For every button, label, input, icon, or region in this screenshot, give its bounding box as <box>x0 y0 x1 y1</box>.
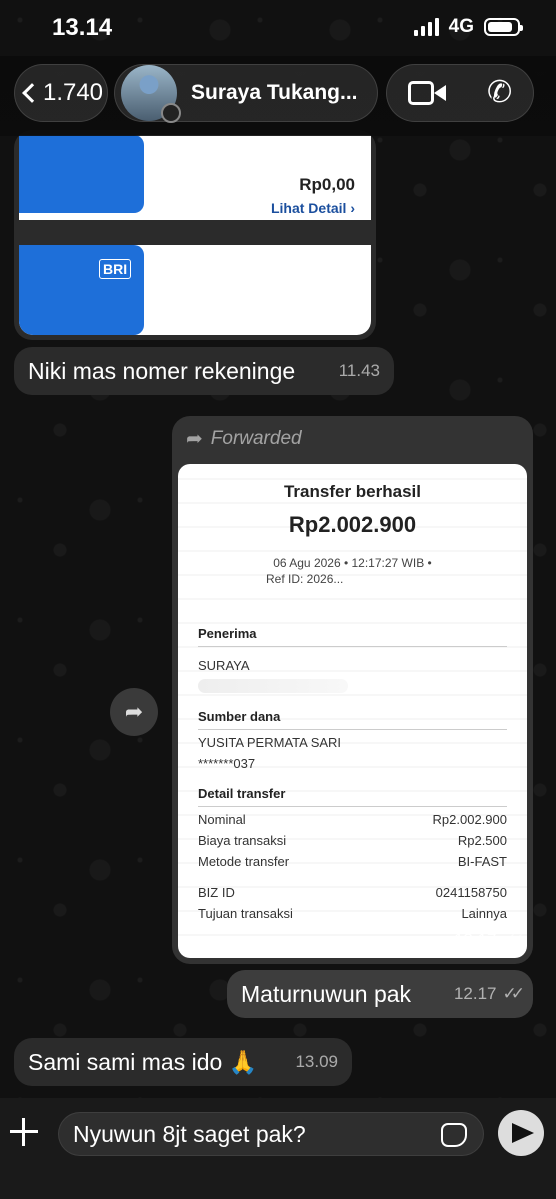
forward-arrow-icon: ➦ <box>186 428 203 450</box>
message-input[interactable]: Nyuwun 8jt saget pak? <box>58 1112 484 1156</box>
image-card-bottom: BRI <box>19 245 371 335</box>
chat-header: 1.740 Suraya Tukang... ✆ <box>0 56 556 136</box>
send-icon <box>512 1123 534 1143</box>
receipt-row: Nominal Rp2.002.900 <box>198 812 507 827</box>
receipt-row-value: 0241158750 <box>435 885 507 900</box>
redacted-field <box>198 679 348 693</box>
send-button[interactable] <box>498 1110 544 1156</box>
blue-block: BRI <box>19 245 144 335</box>
receipt-row-label: Metode transfer <box>198 854 290 869</box>
receipt-row-value: Lainnya <box>461 906 507 921</box>
divider <box>198 729 507 730</box>
receipt-row-label: Tujuan transaksi <box>198 906 293 921</box>
receipt-row-label: Nominal <box>198 812 246 827</box>
avatar <box>121 65 181 123</box>
detail-link: Lihat Detail › <box>270 200 355 216</box>
share-icon: ➦ <box>124 699 144 724</box>
message-text: Sami sami mas ido 🙏 <box>28 1048 258 1075</box>
forwarded-label: ➦ Forwarded <box>186 427 302 451</box>
message-text: Niki mas nomer rekeninge <box>28 357 296 384</box>
outgoing-message[interactable]: Maturnuwun pak 12.17 ✓✓ <box>227 970 533 1018</box>
call-actions: ✆ <box>386 64 534 122</box>
source-account: *******037 <box>198 756 256 771</box>
receipt-row-label: BIZ ID <box>198 885 235 900</box>
image-message[interactable]: Rp0,00 Lihat Detail › BRI 11.42 <box>14 130 376 340</box>
plus-icon[interactable] <box>8 1116 40 1148</box>
receipt-row: BIZ ID 0241158750 <box>198 885 507 900</box>
incoming-message[interactable]: Sami sami mas ido 🙏 13.09 <box>14 1038 352 1086</box>
network-type: 4G <box>448 16 474 37</box>
detail-header: Detail transfer <box>198 786 286 801</box>
read-ticks-icon: ✓✓ <box>502 984 525 1003</box>
sticker-icon[interactable] <box>441 1123 467 1147</box>
receipt-title: Transfer berhasil <box>283 482 421 501</box>
message-meta: 12.17 ✓✓ <box>453 984 525 1003</box>
read-ticks-icon: ✓✓ <box>502 930 525 949</box>
divider <box>198 646 507 647</box>
message-time: 11.42 <box>320 312 362 331</box>
receipt-row: Metode transfer BI-FAST <box>198 854 507 869</box>
status-bar: 13.14 4G <box>0 0 556 56</box>
unread-count: 1.740 <box>42 79 104 106</box>
receipt-row-value: BI-FAST <box>457 854 507 869</box>
video-call-icon[interactable] <box>407 81 446 105</box>
receipt-date: 06 Agu 2026 • 12:17:27 WIB • <box>273 556 432 570</box>
message-composer: Nyuwun 8jt saget pak? <box>0 1098 556 1199</box>
incoming-message[interactable]: Niki mas nomer rekeninge 11.43 <box>14 347 394 395</box>
bri-logo: BRI <box>99 259 132 279</box>
status-indicators: 4G <box>413 16 523 38</box>
message-text: Maturnuwun pak <box>241 980 412 1007</box>
message-time: 12.17 <box>453 930 497 949</box>
divider <box>198 806 507 807</box>
contact-info-button[interactable]: Suraya Tukang... <box>114 64 378 123</box>
back-button[interactable]: 1.740 <box>14 64 108 122</box>
receipt-ref: Ref ID: 2026... <box>266 572 344 586</box>
phone-icon[interactable]: ✆ <box>487 78 512 108</box>
blue-block <box>19 135 144 213</box>
receipt-row-value: Rp2.002.900 <box>432 812 507 827</box>
source-name: YUSITA PERMATA SARI <box>198 735 342 750</box>
message-time: 11.43 <box>338 361 380 380</box>
source-header: Sumber dana <box>198 709 281 724</box>
transfer-receipt-image: Transfer berhasil Rp2.002.900 06 Agu 202… <box>178 464 527 958</box>
balance-amount: Rp0,00 <box>299 175 355 194</box>
message-meta: 12.17 ✓✓ <box>453 930 525 950</box>
image-card-top: Rp0,00 Lihat Detail › <box>19 135 371 220</box>
receipt-row-value: Rp2.500 <box>457 833 507 848</box>
chevron-left-icon <box>22 83 42 103</box>
forwarded-message[interactable]: ➦ Forwarded Transfer berhasil Rp2.002.90… <box>172 416 533 964</box>
forward-share-button[interactable]: ➦ <box>110 688 158 736</box>
message-input-value: Nyuwun 8jt saget pak? <box>73 1120 306 1147</box>
signal-icon <box>413 18 439 36</box>
receipt-row: Tujuan transaksi Lainnya <box>198 906 507 921</box>
recipient-name: SURAYA <box>198 658 250 673</box>
receipt-row: Biaya transaksi Rp2.500 <box>198 833 507 848</box>
recipient-header: Penerima <box>198 626 257 641</box>
contact-name: Suraya Tukang... <box>191 81 358 104</box>
status-ring-icon <box>161 103 181 123</box>
receipt-amount: Rp2.002.900 <box>288 512 417 537</box>
battery-icon <box>484 18 523 36</box>
message-time: 13.09 <box>295 1052 338 1071</box>
receipt-row-label: Biaya transaksi <box>198 833 287 848</box>
status-time: 13.14 <box>52 14 113 41</box>
